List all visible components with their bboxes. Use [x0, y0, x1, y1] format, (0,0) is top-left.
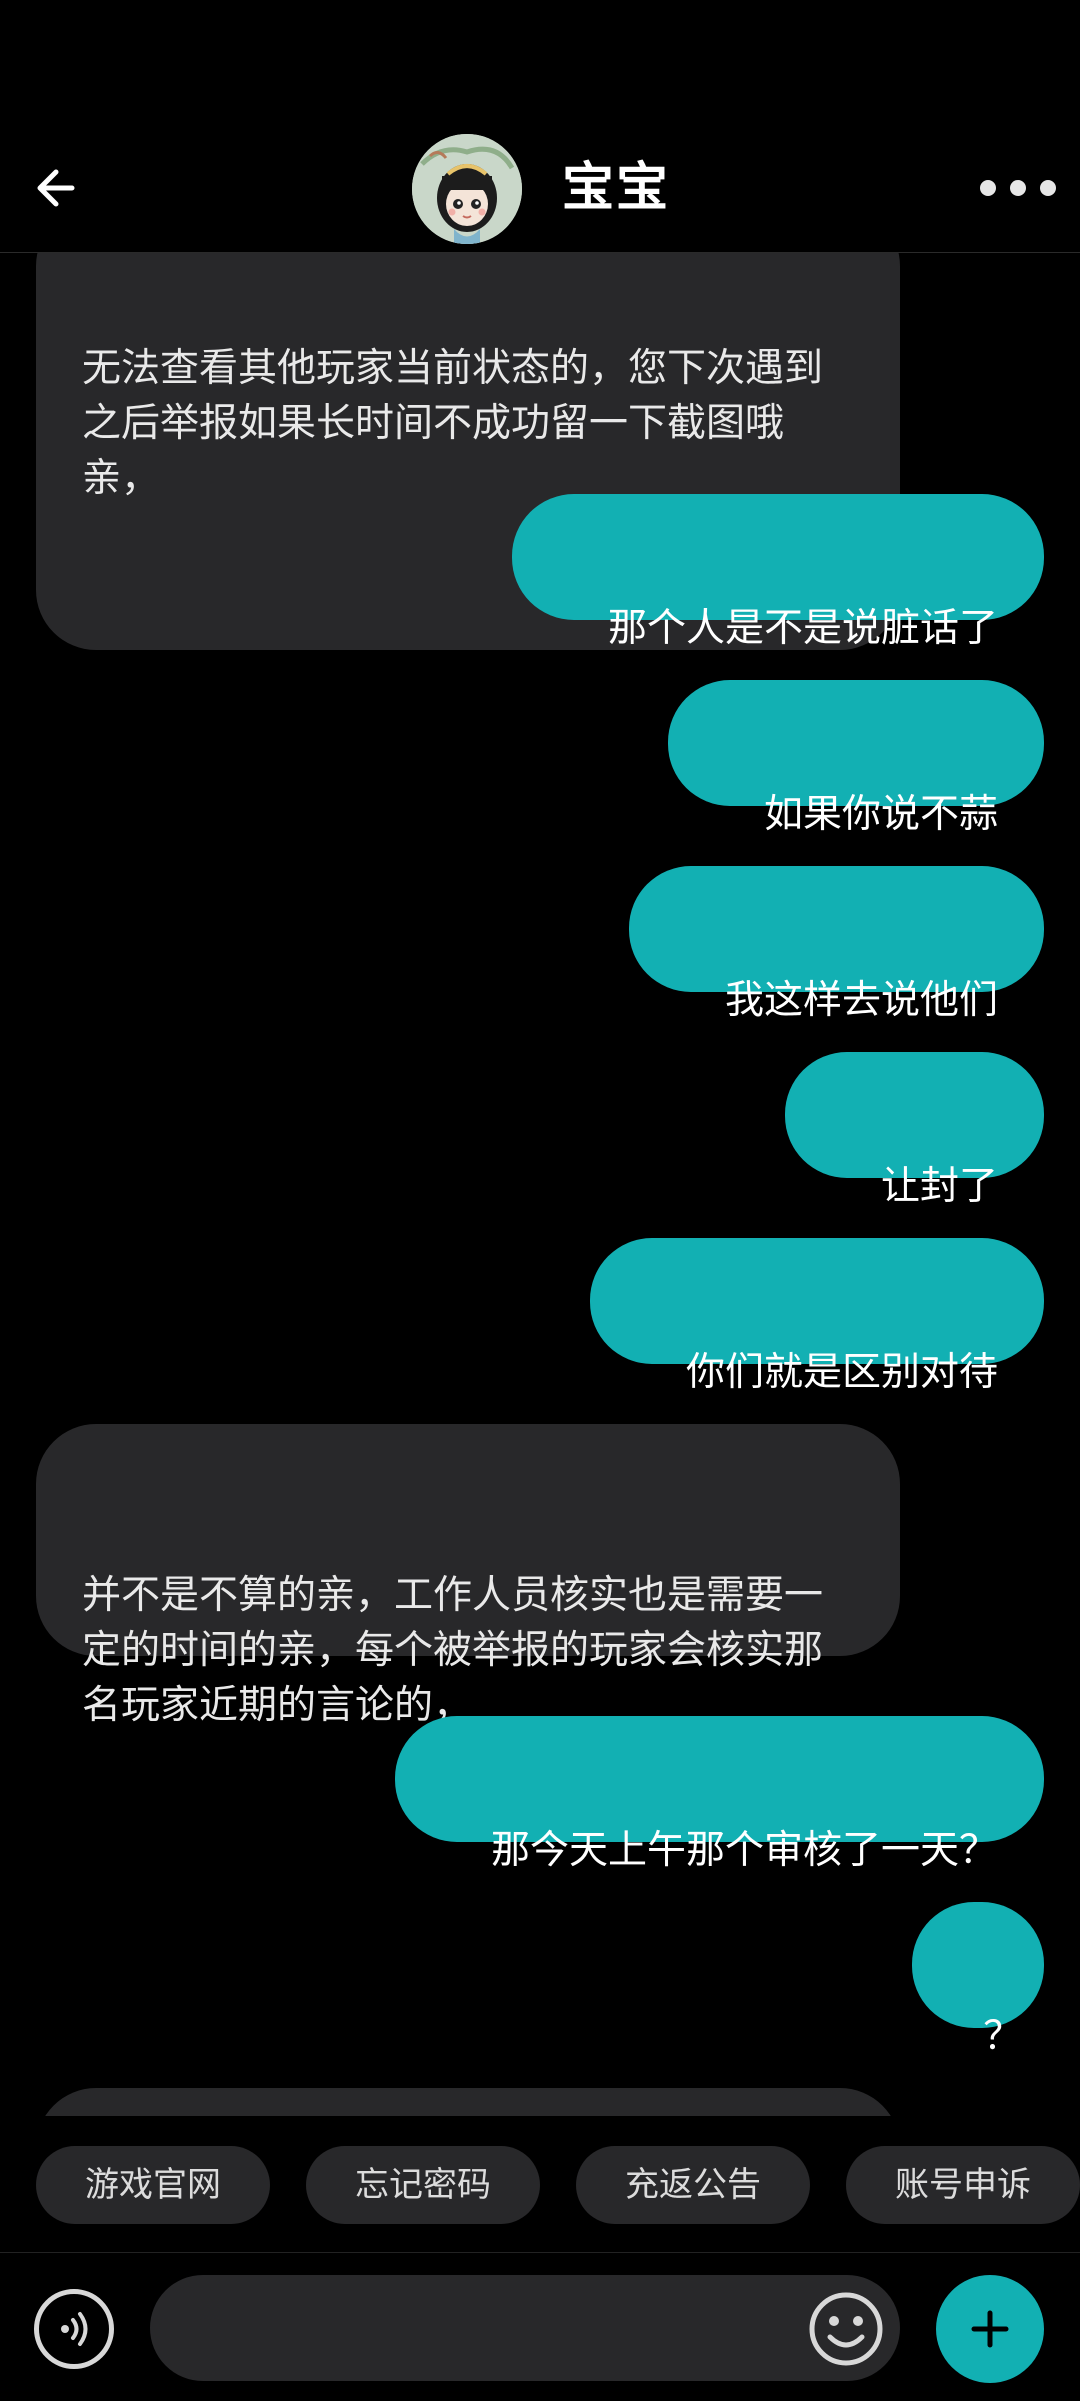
- quick-reply-bar: 游戏官网 忘记密码 充返公告 账号申诉: [0, 2116, 1080, 2252]
- message-text: 那今天上午那个审核了一天？: [490, 1828, 998, 1873]
- quick-reply-chip[interactable]: 账号申诉: [846, 2146, 1080, 2224]
- quick-reply-chip[interactable]: 游戏官网: [36, 2146, 270, 2224]
- message-outgoing: 让封了: [785, 1052, 1044, 1209]
- back-button[interactable]: [22, 158, 82, 218]
- voice-button[interactable]: [34, 2289, 114, 2369]
- add-button[interactable]: [936, 2275, 1044, 2383]
- chat-header: 宝宝: [0, 0, 1080, 253]
- input-bar: [0, 2252, 1080, 2401]
- message-incoming-partial: [36, 2088, 900, 2116]
- message-list[interactable]: 无法查看其他玩家当前状态的，您下次遇到之后举报如果长时间不成功留一下截图哦亲， …: [0, 0, 1080, 2116]
- chat-title: 宝宝: [562, 158, 671, 218]
- message-input[interactable]: [150, 2275, 900, 2381]
- more-button[interactable]: [980, 168, 1056, 208]
- more-horizontal-icon: [980, 180, 996, 196]
- more-horizontal-icon: [1010, 180, 1026, 196]
- avatar-image: [412, 134, 522, 244]
- emoji-button[interactable]: [806, 2289, 886, 2369]
- message-text: ？: [983, 2014, 1023, 2059]
- quick-reply-chip[interactable]: 充返公告: [576, 2146, 810, 2224]
- more-horizontal-icon: [1040, 180, 1056, 196]
- message-outgoing: 如果你说不蒜: [668, 680, 1044, 837]
- message-outgoing: 那个人是不是说脏话了: [512, 494, 1044, 651]
- voice-icon: [61, 2312, 88, 2346]
- message-outgoing: 你们就是区别对待: [590, 1238, 1044, 1395]
- message-text: 无法查看其他玩家当前状态的，您下次遇到之后举报如果长时间不成功留一下截图哦亲，: [82, 346, 824, 501]
- message-text: 我这样去说他们: [724, 978, 998, 1023]
- message-text: 让封了: [880, 1164, 998, 1209]
- message-text: 并不是不算的亲，工作人员核实也是需要一定的时间的亲，每个被举报的玩家会核实那名玩…: [82, 1573, 824, 1728]
- arrow-left-icon: [37, 169, 75, 207]
- message-text: 你们就是区别对待: [685, 1350, 998, 1395]
- message-text: 那个人是不是说脏话了: [607, 606, 998, 651]
- quick-reply-chip[interactable]: 忘记密码: [306, 2146, 540, 2224]
- emoji-icon: [809, 2292, 883, 2366]
- message-incoming: 并不是不算的亲，工作人员核实也是需要一定的时间的亲，每个被举报的玩家会核实那名玩…: [36, 1424, 900, 1728]
- message-outgoing: 那今天上午那个审核了一天？: [395, 1716, 1044, 1873]
- message-outgoing: ？: [912, 1902, 1044, 2059]
- avatar[interactable]: [412, 134, 522, 244]
- message-outgoing: 我这样去说他们: [629, 866, 1044, 1023]
- message-text: 如果你说不蒜: [763, 792, 998, 837]
- plus-icon: [971, 2310, 1009, 2348]
